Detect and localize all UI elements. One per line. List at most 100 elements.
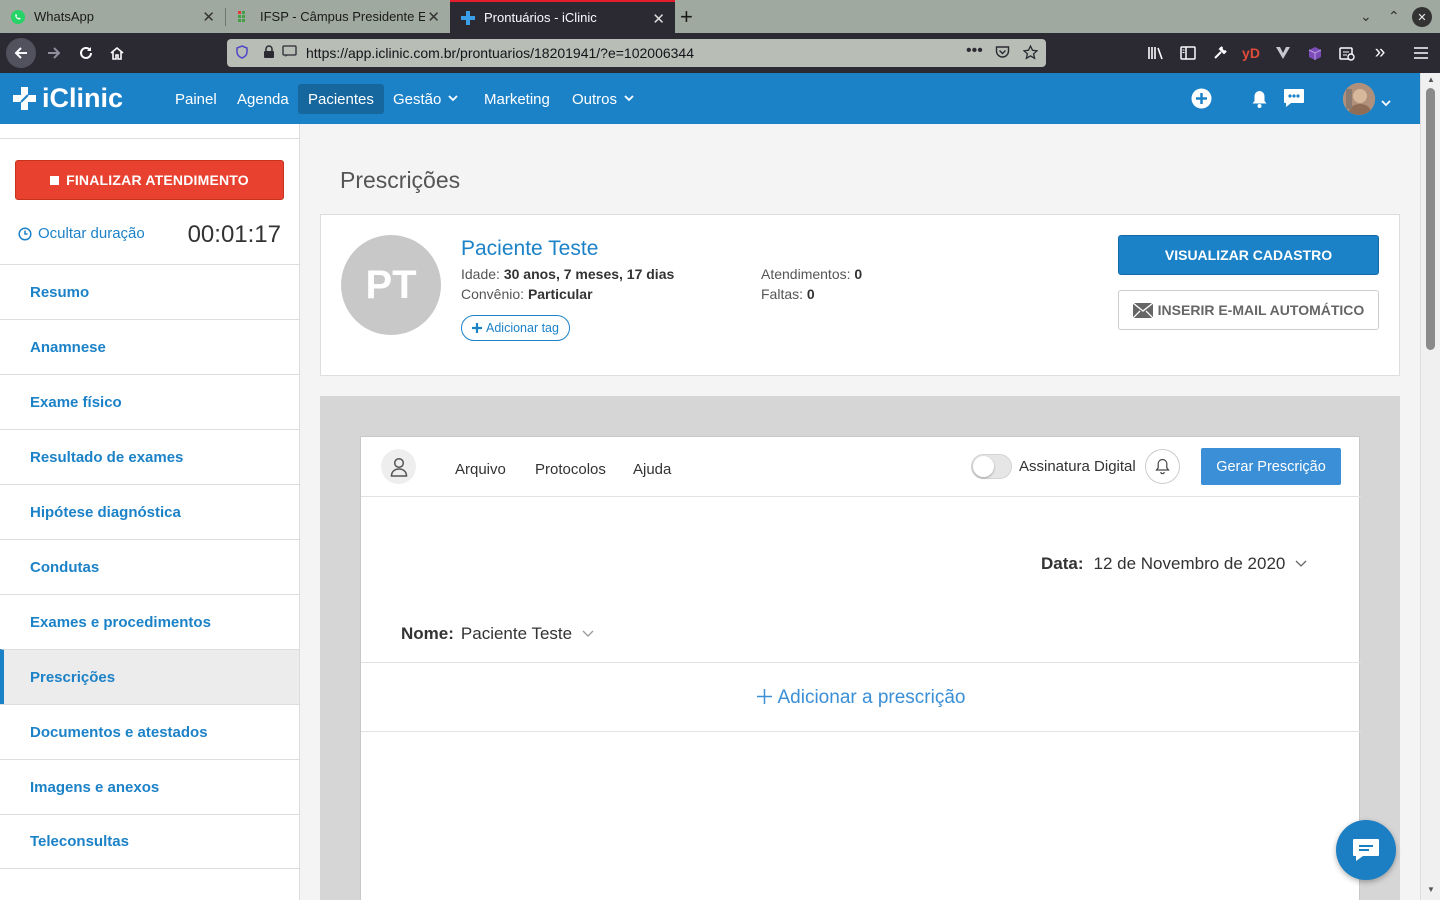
- new-tab-icon[interactable]: +: [680, 4, 693, 30]
- appointment-timer: 00:01:17: [187, 221, 281, 248]
- address-bar[interactable]: https://app.iclinic.com.br/prontuarios/1…: [227, 39, 1046, 67]
- menu-arquivo[interactable]: Arquivo: [455, 461, 506, 478]
- reader-extension-icon[interactable]: [1334, 41, 1360, 65]
- notification-bell-icon[interactable]: [1145, 449, 1180, 484]
- add-circle-icon[interactable]: [1191, 88, 1212, 114]
- sidebar-item-label: Resumo: [30, 283, 90, 301]
- tab-whatsapp[interactable]: WhatsApp ✕: [0, 0, 225, 33]
- reload-icon[interactable]: [73, 41, 99, 65]
- sidebar-item-resultado-exames[interactable]: Resultado de exames: [0, 429, 299, 484]
- clock-icon: [18, 226, 32, 241]
- support-chat-button[interactable]: [1336, 820, 1396, 880]
- close-window-icon[interactable]: ✕: [1412, 7, 1432, 27]
- date-field[interactable]: Data: 12 de Novembro de 2020: [1041, 554, 1307, 574]
- chat-bubble-icon: [1353, 839, 1379, 861]
- nav-outros[interactable]: Outros: [562, 84, 644, 114]
- absences-value: 0: [806, 286, 815, 302]
- sidebar-item-prescricoes[interactable]: Prescrições: [0, 649, 299, 704]
- scroll-up-icon[interactable]: ▲: [1427, 75, 1435, 84]
- iclinic-icon: [460, 10, 476, 26]
- library-icon[interactable]: [1143, 41, 1169, 65]
- cube-extension-icon[interactable]: [1302, 41, 1328, 65]
- scrollbar-thumb[interactable]: [1426, 88, 1435, 350]
- sidebar-item-imagens-anexos[interactable]: Imagens e anexos: [0, 759, 299, 814]
- page-scrollbar[interactable]: ▲ ▼: [1420, 73, 1440, 900]
- user-profile-icon[interactable]: [381, 449, 416, 484]
- yd-extension-icon[interactable]: yD: [1238, 41, 1264, 65]
- view-registration-button[interactable]: VISUALIZAR CADASTRO: [1118, 235, 1379, 275]
- sidebar-item-exame-fisico[interactable]: Exame físico: [0, 374, 299, 429]
- sidebar-item-label: Imagens e anexos: [30, 778, 160, 796]
- browser-tab-strip: WhatsApp ✕ IFSP - Câmpus Presidente E ✕ …: [0, 0, 1440, 33]
- user-avatar[interactable]: [1343, 83, 1375, 115]
- sidebar-item-hipotese-diagnostica[interactable]: Hipótese diagnóstica: [0, 484, 299, 539]
- chevron-down-icon: [448, 94, 459, 105]
- more-tools-icon[interactable]: »: [1367, 41, 1393, 65]
- pocket-icon[interactable]: [995, 45, 1010, 62]
- generate-prescription-button[interactable]: Gerar Prescrição: [1201, 448, 1341, 485]
- bell-icon[interactable]: [1251, 90, 1268, 113]
- page-actions-icon[interactable]: •••: [966, 42, 983, 60]
- tab-ifsp[interactable]: IFSP - Câmpus Presidente E ✕: [226, 0, 450, 33]
- tab-iclinic[interactable]: Prontuários - iClinic ✕: [450, 0, 675, 33]
- close-tab-icon[interactable]: ✕: [652, 10, 665, 28]
- add-to-prescription-button[interactable]: Adicionar a prescrição: [361, 687, 1361, 709]
- wrench-icon[interactable]: [1207, 41, 1233, 65]
- name-field[interactable]: Nome: Paciente Teste: [401, 624, 594, 644]
- permissions-icon[interactable]: [282, 45, 297, 61]
- browser-toolbar: https://app.iclinic.com.br/prontuarios/1…: [0, 33, 1440, 73]
- minimize-icon[interactable]: ⌃: [1388, 8, 1400, 25]
- digital-signature-label: Assinatura Digital: [1019, 458, 1136, 475]
- hamburger-menu-icon[interactable]: [1408, 41, 1434, 65]
- stop-icon: [50, 175, 60, 185]
- nav-marketing[interactable]: Marketing: [474, 84, 560, 114]
- sidebar-item-label: Anamnese: [30, 338, 106, 356]
- logo-text: iClinic: [42, 83, 124, 113]
- menu-ajuda[interactable]: Ajuda: [633, 461, 671, 478]
- home-icon[interactable]: [104, 41, 130, 65]
- close-tab-icon[interactable]: ✕: [202, 8, 215, 26]
- scroll-down-icon[interactable]: ▼: [1427, 885, 1435, 894]
- patient-absences: Faltas: 0: [761, 286, 815, 302]
- patient-age: Idade: 30 anos, 7 meses, 17 dias: [461, 266, 674, 282]
- chat-icon[interactable]: [1283, 88, 1305, 113]
- sidebar-item-condutas[interactable]: Condutas: [0, 539, 299, 594]
- sidebar-toggle-icon[interactable]: [1175, 41, 1201, 65]
- forward-icon[interactable]: [41, 41, 67, 65]
- sidebar-item-anamnese[interactable]: Anamnese: [0, 319, 299, 374]
- iclinic-logo[interactable]: iClinic: [12, 83, 123, 114]
- back-icon[interactable]: [6, 38, 36, 68]
- digital-signature-toggle[interactable]: [971, 454, 1012, 479]
- nav-agenda[interactable]: Agenda: [227, 84, 299, 114]
- add-tag-button[interactable]: Adicionar tag: [461, 315, 570, 341]
- nav-label: Pacientes: [308, 90, 374, 108]
- close-tab-icon[interactable]: ✕: [427, 8, 440, 26]
- nav-pacientes[interactable]: Pacientes: [298, 84, 384, 114]
- patient-name-link[interactable]: Paciente Teste: [461, 237, 598, 261]
- auto-email-button[interactable]: INSERIR E-MAIL AUTOMÁTICO: [1118, 290, 1379, 330]
- patient-appointments: Atendimentos: 0: [761, 266, 862, 282]
- nav-painel[interactable]: Painel: [165, 84, 227, 114]
- sidebar-item-resumo[interactable]: Resumo: [0, 264, 299, 319]
- sidebar-item-teleconsultas[interactable]: Teleconsultas: [0, 814, 299, 869]
- record-sidebar: FINALIZAR ATENDIMENTO Ocultar duração 00…: [0, 124, 300, 900]
- sidebar-item-documentos-atestados[interactable]: Documentos e atestados: [0, 704, 299, 759]
- age-value: 30 anos, 7 meses, 17 dias: [503, 266, 675, 282]
- url-text[interactable]: https://app.iclinic.com.br/prontuarios/1…: [306, 45, 694, 61]
- vuetify-extension-icon[interactable]: [1270, 41, 1296, 65]
- nav-label: Gestão: [393, 90, 442, 108]
- menu-protocolos[interactable]: Protocolos: [535, 461, 606, 478]
- nav-gestao[interactable]: Gestão: [383, 84, 468, 114]
- toggle-knob: [973, 456, 994, 477]
- finish-appointment-button[interactable]: FINALIZAR ATENDIMENTO: [15, 160, 284, 200]
- auto-email-label: INSERIR E-MAIL AUTOMÁTICO: [1157, 302, 1365, 318]
- list-tabs-icon[interactable]: ⌄: [1360, 8, 1372, 25]
- patient-initials-avatar: PT: [341, 235, 441, 335]
- sidebar-item-exames-procedimentos[interactable]: Exames e procedimentos: [0, 594, 299, 649]
- hide-duration-link[interactable]: Ocultar duração: [18, 225, 145, 242]
- bookmark-star-icon[interactable]: [1022, 44, 1039, 63]
- add-to-prescription-label: Adicionar a prescrição: [777, 687, 966, 708]
- shield-icon[interactable]: [235, 45, 249, 62]
- chevron-down-icon[interactable]: [1381, 94, 1391, 112]
- lock-icon[interactable]: [263, 45, 275, 62]
